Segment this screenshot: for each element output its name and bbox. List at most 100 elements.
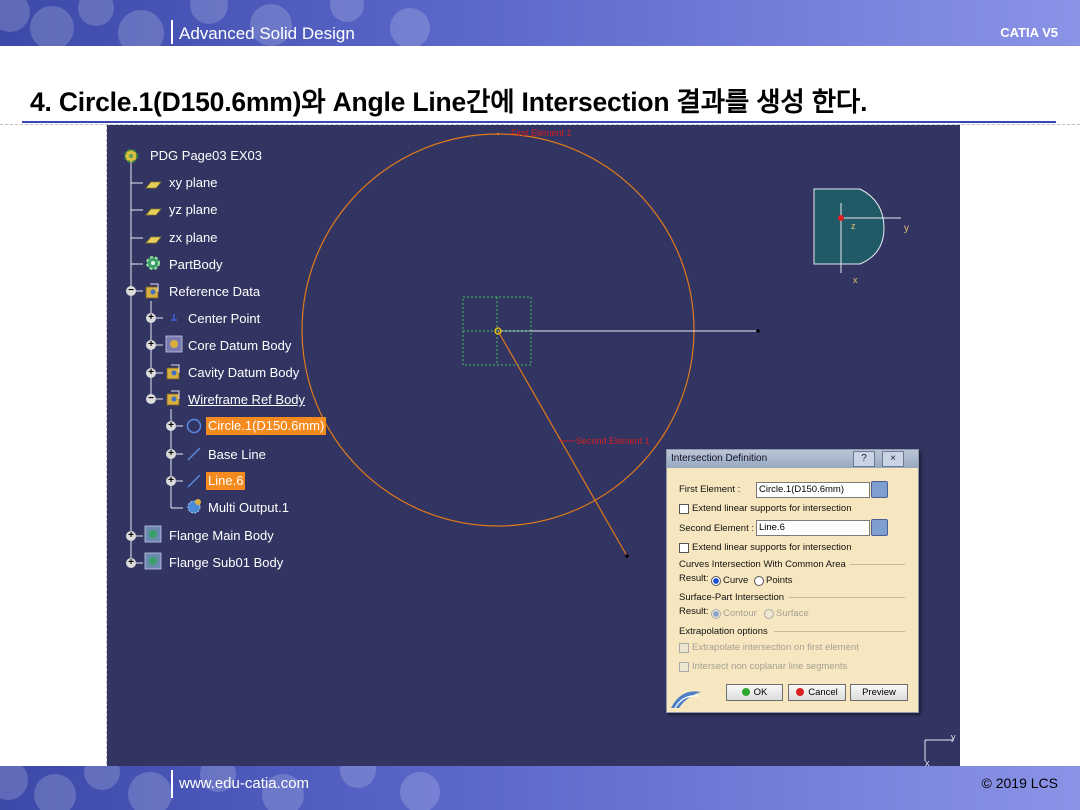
- tree-item-flange-sub01-body[interactable]: Flange Sub01 Body: [169, 555, 283, 571]
- first-element-tag: First Element 1: [511, 128, 572, 138]
- intersection-definition-dialog[interactable]: Intersection Definition ? × First Elemen…: [666, 449, 919, 713]
- second-element-selector-icon[interactable]: [871, 519, 888, 536]
- ok-button[interactable]: OK: [726, 684, 783, 701]
- contour-radio[interactable]: [711, 609, 721, 619]
- extend-linear-checkbox-1[interactable]: [679, 504, 689, 514]
- base-line-end-point: [756, 329, 760, 333]
- tree-connectors: [130, 161, 183, 564]
- section-divider: [774, 631, 905, 632]
- collapse-toggle[interactable]: −: [126, 286, 136, 296]
- ok-label: OK: [753, 687, 768, 698]
- help-button[interactable]: ?: [853, 451, 875, 467]
- collapse-toggle[interactable]: −: [146, 394, 156, 404]
- tree-item-center-point[interactable]: Center Point: [188, 311, 260, 327]
- points-radio-label: Points: [766, 575, 793, 586]
- expand-toggle[interactable]: +: [146, 368, 156, 378]
- ok-icon: [741, 688, 750, 696]
- dialog-title: Intersection Definition: [671, 453, 768, 464]
- expand-toggle[interactable]: +: [166, 449, 176, 459]
- plane-icon: [144, 175, 162, 193]
- first-element-label: First Element :: [679, 484, 741, 495]
- first-element-selector-icon[interactable]: [871, 481, 888, 498]
- extend-linear-label-1: Extend linear supports for intersection: [692, 503, 852, 514]
- compass-widget[interactable]: z y x: [813, 188, 909, 285]
- tree-item-wireframe-ref-body[interactable]: Wireframe Ref Body: [188, 392, 305, 408]
- dialog-logo-icon: [671, 691, 701, 709]
- tree-item-flange-main-body[interactable]: Flange Main Body: [169, 528, 274, 544]
- geometrical-set-icon: [165, 335, 183, 353]
- extrapolation-section-title: Extrapolation options: [679, 626, 768, 637]
- partbody-gear-icon: [144, 254, 162, 272]
- expand-toggle[interactable]: +: [146, 313, 156, 323]
- extrapolate-checkbox[interactable]: [679, 643, 689, 653]
- header-product: CATIA V5: [1000, 25, 1058, 40]
- axis-x-label: x: [925, 758, 930, 766]
- extend-linear-checkbox-2[interactable]: [679, 543, 689, 553]
- result-label: Result:: [679, 573, 709, 584]
- geometrical-set-icon: [165, 363, 183, 381]
- point-icon: [165, 309, 183, 327]
- curve-radio[interactable]: [711, 576, 721, 586]
- product-gear-icon[interactable]: [122, 147, 140, 165]
- preview-button[interactable]: Preview: [850, 684, 908, 701]
- geometrical-set-icon: [165, 389, 183, 407]
- cancel-button[interactable]: Cancel: [788, 684, 846, 701]
- contour-radio-label: Contour: [723, 608, 757, 619]
- intersect-non-coplanar-label: Intersect non coplanar line segments: [692, 661, 848, 672]
- intersect-non-coplanar-checkbox[interactable]: [679, 662, 689, 672]
- section-divider: [789, 597, 905, 598]
- footer-copyright: © 2019 LCS: [981, 775, 1058, 791]
- surface-radio-label: Surface: [776, 608, 809, 619]
- second-element-field[interactable]: Line.6: [756, 520, 870, 536]
- angle-line-end-point: [625, 554, 629, 558]
- header-banner: Advanced Solid Design CATIA V5: [0, 0, 1080, 46]
- second-element-tag: Second Element 1: [576, 436, 650, 446]
- expand-toggle[interactable]: +: [166, 476, 176, 486]
- geometrical-set-icon: [144, 525, 162, 543]
- close-button[interactable]: ×: [882, 451, 904, 467]
- plane-icon: [144, 202, 162, 220]
- section-divider: [850, 564, 905, 565]
- curves-section-title: Curves Intersection With Common Area: [679, 559, 846, 570]
- tree-item-partbody[interactable]: PartBody: [169, 257, 222, 273]
- footer-url[interactable]: www.edu-catia.com: [179, 775, 309, 792]
- circle-geometry[interactable]: [301, 133, 695, 527]
- tree-item-line-6[interactable]: Line.6: [206, 472, 246, 490]
- first-element-field[interactable]: Circle.1(D150.6mm): [756, 482, 870, 498]
- points-radio[interactable]: [754, 576, 764, 586]
- compass-x-label: x: [853, 275, 858, 285]
- tree-item-reference-data[interactable]: Reference Data: [169, 284, 260, 300]
- extend-linear-label-2: Extend linear supports for intersection: [692, 542, 852, 553]
- surface-radio[interactable]: [764, 609, 774, 619]
- header-title: Advanced Solid Design: [179, 24, 355, 43]
- tree-item-xy-plane[interactable]: xy plane: [169, 175, 217, 191]
- cancel-icon: [796, 688, 805, 696]
- expand-toggle[interactable]: +: [146, 340, 156, 350]
- tree-item-core-datum-body[interactable]: Core Datum Body: [188, 338, 291, 354]
- expand-toggle[interactable]: +: [166, 421, 176, 431]
- plane-icon: [144, 230, 162, 248]
- line-icon: [185, 472, 203, 490]
- cancel-label: Cancel: [808, 687, 838, 698]
- tree-item-base-line[interactable]: Base Line: [208, 447, 266, 463]
- tree-root-label[interactable]: PDG Page03 EX03: [150, 148, 262, 164]
- tree-item-circle-1[interactable]: Circle.1(D150.6mm): [206, 417, 327, 435]
- surface-part-section-title: Surface-Part Intersection: [679, 592, 785, 603]
- expand-toggle[interactable]: +: [126, 531, 136, 541]
- compass-z-label: z: [851, 221, 856, 231]
- dialog-titlebar[interactable]: Intersection Definition ? ×: [667, 450, 918, 468]
- tree-item-zx-plane[interactable]: zx plane: [169, 230, 217, 246]
- first-element-marker: [496, 132, 500, 136]
- tree-item-multi-output-1[interactable]: Multi Output.1: [208, 500, 289, 516]
- circle-icon: [185, 417, 203, 435]
- compass-y-label: y: [904, 223, 909, 234]
- tree-item-cavity-datum-body[interactable]: Cavity Datum Body: [188, 365, 299, 381]
- header-separator: [171, 20, 173, 44]
- tree-item-yz-plane[interactable]: yz plane: [169, 202, 217, 218]
- expand-toggle[interactable]: +: [126, 558, 136, 568]
- curve-radio-label: Curve: [723, 575, 749, 586]
- title-underline: [22, 121, 1056, 123]
- line-icon: [185, 445, 203, 463]
- axis-triad: y x: [924, 732, 956, 766]
- result-label-2: Result:: [679, 606, 709, 617]
